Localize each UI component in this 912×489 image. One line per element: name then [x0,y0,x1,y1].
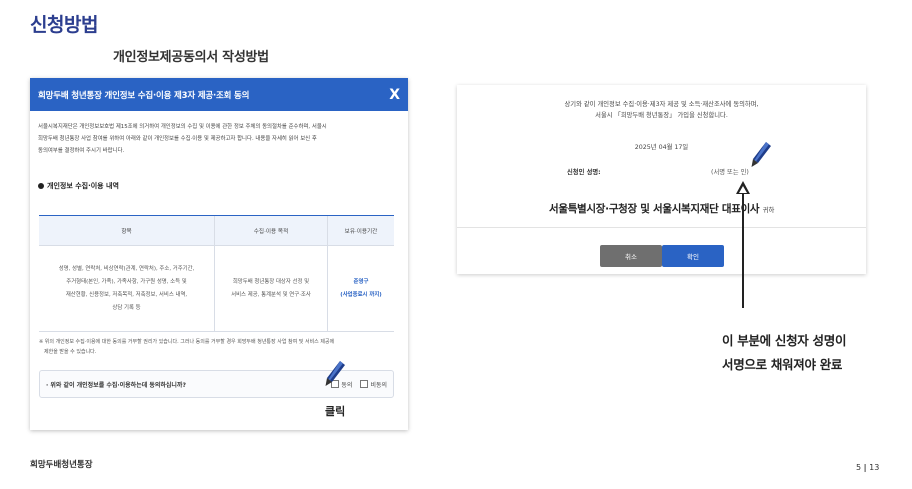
note-line: 제한을 받을 수 있습니다. [44,349,97,355]
table-header-retention: 보유·이용기간 [344,228,378,235]
consent-question: · 위와 같이 개인정보를 수집·이용하는데 동의하십니까? [46,381,186,389]
footer-brand: 희망두배청년통장 [30,460,93,470]
cell-line: 성명, 성별, 연락처, 비상연락(관계, 연락처), 주소, 거주기간, [58,265,195,272]
confirm-button[interactable]: 확인 [662,245,724,267]
addressee-text: 서울특별시장·구청장 및 서울시복지재단 대표이사 [548,203,760,215]
agreement-line: 상기와 같이 개인정보 수집·이용·제3자 제공 및 소득·재산조사에 동의하며… [564,101,759,108]
application-date: 2025년 04월 17일 [634,144,689,151]
page-title: 신청방법 [30,14,98,36]
section-heading-text: 개인정보 수집·이용 내역 [47,182,119,190]
disagree-option[interactable]: 비동의 [360,380,387,389]
callout-line: 이 부분에 신청자 성명이 [722,333,847,348]
click-label: 클릭 [325,405,346,418]
table-header-purpose: 수집·이용 목적 [215,216,328,245]
cancel-button[interactable]: 취소 [600,245,662,267]
table-cell-items: 성명, 성별, 연락처, 비상연락(관계, 연락처), 주소, 거주기간, 주거… [39,246,215,331]
signature-field[interactable]: (서명 또는 인) [711,167,749,176]
intro-text: 서울시복지재단은 개인정보보호법 제15조에 의거하여 개인정보의 수집 및 이… [30,111,408,157]
callout-text: 이 부분에 신청자 성명이 서명으로 채워져야 완료 [722,329,846,377]
disagree-label: 비동의 [370,381,387,389]
bullet-icon [38,183,44,189]
modal-header: 희망두배 청년통장 개인정보 수집·이용 제3자 제공·조회 동의 X [30,78,408,111]
close-icon[interactable]: X [389,87,400,103]
callout-line: 서명으로 채워져야 완료 [722,357,843,372]
addressee-suffix: 귀하 [762,206,775,214]
cell-line: 주거형태(본인, 가족), 가족사항, 가구원 성명, 소득 및 [66,278,187,285]
consent-modal: 희망두배 청년통장 개인정보 수집·이용 제3자 제공·조회 동의 X 서울시복… [30,78,408,430]
cell-line: 서비스 제공, 통계분석 및 연구·조사 [231,291,311,298]
note-line: ※ 위의 개인정보 수집·이용에 대한 동의를 거부할 권리가 있습니다. 그러… [39,339,335,345]
intro-line: 희망두배 청년통장 사업 참여를 위하여 아래와 같이 개인정보를 수집·이용 … [38,136,317,142]
modal-title: 희망두배 청년통장 개인정보 수집·이용 제3자 제공·조회 동의 [38,90,250,101]
page-current: 5 [856,463,862,472]
refusal-note: ※ 위의 개인정보 수집·이용에 대한 동의를 거부할 권리가 있습니다. 그러… [39,337,401,357]
page-total: 13 [869,463,880,472]
intro-line: 서울시복지재단은 개인정보보호법 제15조에 의거하여 개인정보의 수집 및 이… [38,124,327,130]
page-separator: | [863,463,867,472]
agreement-statement: 상기와 같이 개인정보 수집·이용·제3자 제공 및 소득·재산조사에 동의하며… [457,99,866,121]
divider [457,227,866,228]
arrow-line [742,186,744,308]
cell-line: 희망두배 청년통장 대상자 선정 및 [232,278,310,285]
table-cell-retention: 준영구 (사업종료시 까지) [328,246,394,331]
checkbox-icon[interactable] [360,380,369,388]
section-heading: 개인정보 수집·이용 내역 [38,181,400,191]
intro-line: 동의여부를 결정하여 주시기 바랍니다. [38,148,125,154]
table-row: 성명, 성별, 연락처, 비상연락(관계, 연락처), 주소, 거주기간, 주거… [39,246,394,332]
page-number: 5 | 13 [856,463,879,472]
cell-line: 상담 기록 등 [112,304,141,311]
cell-line: 준영구 [353,278,369,285]
confirm-panel: 상기와 같이 개인정보 수집·이용·제3자 제공 및 소득·재산조사에 동의하며… [457,85,866,274]
table-header-items: 항목 [39,216,215,245]
arrow-up-icon-inner [739,186,747,193]
pen-icon [325,361,345,386]
table-header-row: 항목 수집·이용 목적 보유·이용기간 [39,216,394,246]
signer-label: 신청인 성명: [567,169,601,176]
collection-table: 항목 수집·이용 목적 보유·이용기간 성명, 성별, 연락처, 비상연락(관계… [39,215,394,332]
cell-line: (사업종료시 까지) [340,291,382,298]
cell-line: 재산현황, 신용정보, 저축목적, 저축정보, 서비스 내역, [65,291,188,298]
addressee: 서울특별시장·구청장 및 서울시복지재단 대표이사 귀하 [457,201,866,216]
pen-icon [751,142,771,167]
table-cell-purpose: 희망두배 청년통장 대상자 선정 및 서비스 제공, 통계분석 및 연구·조사 [215,246,328,331]
agreement-line: 서울시 「희망두배 청년통장」 가입을 신청합니다. [595,112,728,119]
section-subtitle: 개인정보제공동의서 작성방법 [113,50,269,65]
